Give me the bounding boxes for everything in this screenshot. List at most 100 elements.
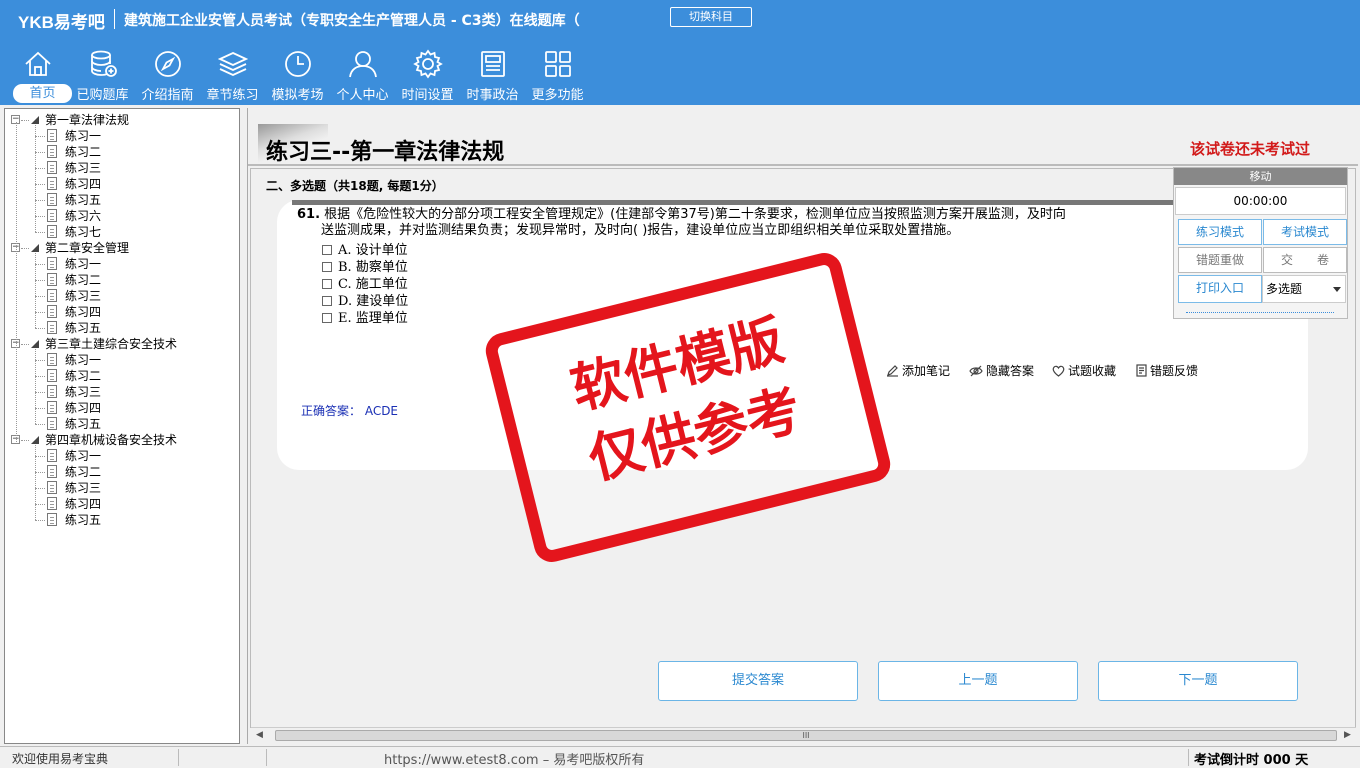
practice-mode-button[interactable]: 练习模式 — [1178, 219, 1262, 245]
tree-item[interactable]: 练习四 — [65, 304, 101, 320]
tree-connector — [35, 253, 36, 328]
tree-item[interactable]: 练习四 — [65, 176, 101, 192]
tree-chapter[interactable]: 第二章安全管理 — [45, 240, 129, 256]
scroll-right-icon[interactable]: ▶ — [1344, 730, 1351, 740]
option-label: A. 设计单位 — [338, 243, 408, 258]
print-button[interactable]: 打印入口 — [1178, 275, 1262, 303]
tree-chapter[interactable]: 第三章土建综合安全技术 — [45, 336, 177, 352]
tree-item[interactable]: 练习二 — [65, 144, 101, 160]
document-icon — [47, 225, 57, 238]
tree-item[interactable]: 练习四 — [65, 400, 101, 416]
nav-guide[interactable]: 介绍指南 — [135, 46, 200, 104]
switch-subject-button[interactable]: 切换科目 — [670, 7, 752, 27]
tree-connector — [35, 472, 45, 473]
tree-item[interactable]: 练习三 — [65, 288, 101, 304]
nav-label: 个人中心 — [336, 88, 389, 103]
tree-item[interactable]: 练习三 — [65, 480, 101, 496]
scrollbar-thumb[interactable]: III — [275, 730, 1337, 741]
eye-icon — [969, 365, 983, 377]
correct-answer: 正确答案： ACDE — [301, 404, 399, 418]
tree-item[interactable]: 练习三 — [65, 384, 101, 400]
nav-mock-exam[interactable]: 模拟考场 — [265, 46, 330, 104]
redo-wrong-button[interactable]: 错题重做 — [1178, 247, 1262, 273]
nav-label: 首页 — [13, 84, 72, 103]
question-type-select[interactable]: 多选题 — [1262, 275, 1346, 303]
question-text: 61. 根据《危险性较大的分部分项工程安全管理规定》(住建部令第37号)第二十条… — [297, 207, 1177, 239]
scroll-left-icon[interactable]: ◀ — [256, 730, 263, 740]
document-icon — [47, 321, 57, 334]
tree-item[interactable]: 练习七 — [65, 224, 101, 240]
nav-chapter-practice[interactable]: 章节练习 — [200, 46, 265, 104]
chevron-down-icon — [1333, 287, 1341, 292]
tree-item[interactable]: 练习五 — [65, 416, 101, 432]
option-e[interactable]: E. 监理单位 — [322, 310, 408, 327]
option-c[interactable]: C. 施工单位 — [322, 276, 408, 293]
document-icon — [47, 401, 57, 414]
report-error-button[interactable]: 错题反馈 — [1136, 362, 1198, 379]
nav-label: 章节练习 — [206, 88, 259, 103]
nav-label: 时事政治 — [466, 88, 519, 103]
title-row: YKB易考吧 建筑施工企业安管人员考试（专职安全生产管理人员 - C3类）在线题… — [0, 0, 1360, 38]
option-b[interactable]: B. 勘察单位 — [322, 259, 408, 276]
checkbox[interactable] — [322, 313, 332, 323]
app-header: YKB易考吧 建筑施工企业安管人员考试（专职安全生产管理人员 - C3类）在线题… — [0, 0, 1360, 105]
tree-chapter[interactable]: 第一章法律法规 — [45, 112, 129, 128]
favorite-button[interactable]: 试题收藏 — [1052, 362, 1116, 379]
document-icon — [47, 449, 57, 462]
tree-item[interactable]: 练习五 — [65, 320, 101, 336]
option-d[interactable]: D. 建设单位 — [322, 293, 408, 310]
tree-item[interactable]: 练习二 — [65, 368, 101, 384]
nav-purchased[interactable]: 已购题库 — [70, 46, 135, 104]
checkbox[interactable] — [322, 279, 332, 289]
panel-drag-handle[interactable]: 移动 — [1174, 168, 1347, 185]
app-logo: YKB易考吧 — [18, 13, 105, 32]
exam-countdown: 考试倒计时 000 天 — [1194, 753, 1309, 768]
add-note-button[interactable]: 添加笔记 — [886, 362, 950, 379]
hide-answer-button[interactable]: 隐藏答案 — [969, 362, 1034, 379]
horizontal-scrollbar[interactable]: ◀ III ▶ — [251, 727, 1356, 743]
heart-icon — [1052, 365, 1065, 377]
nav-personal-center[interactable]: 个人中心 — [330, 46, 395, 104]
next-question-button[interactable]: 下一题 — [1098, 661, 1298, 701]
document-icon — [47, 289, 57, 302]
tree-connector — [35, 424, 45, 425]
nav-home[interactable]: 首页 — [5, 46, 72, 104]
tree-item[interactable]: 练习四 — [65, 496, 101, 512]
tree-item[interactable]: 练习一 — [65, 352, 101, 368]
checkbox[interactable] — [322, 262, 332, 272]
tree-item[interactable]: 练习六 — [65, 208, 101, 224]
nav-current-affairs[interactable]: 时事政治 — [460, 46, 525, 104]
exam-mode-button[interactable]: 考试模式 — [1263, 219, 1347, 245]
tree-item[interactable]: 练习五 — [65, 512, 101, 528]
tree-item[interactable]: 练习一 — [65, 256, 101, 272]
nav-more[interactable]: 更多功能 — [525, 46, 590, 104]
tree-item[interactable]: 练习二 — [65, 464, 101, 480]
tree-item[interactable]: 练习一 — [65, 128, 101, 144]
nav-time-settings[interactable]: 时间设置 — [395, 46, 460, 104]
checkbox[interactable] — [322, 245, 332, 255]
status-bar: 欢迎使用易考宝典 https://www.etest8.com – 易考吧版权所… — [0, 746, 1360, 768]
submit-answer-button[interactable]: 提交答案 — [658, 661, 858, 701]
tree-connector — [35, 328, 45, 329]
document-icon — [47, 513, 57, 526]
panel-scroll-indicator — [1186, 312, 1334, 313]
submit-paper-button[interactable]: 交 卷 — [1263, 247, 1347, 273]
checkbox[interactable] — [322, 296, 332, 306]
tree-chapter[interactable]: 第四章机械设备安全技术 — [45, 432, 177, 448]
welcome-text: 欢迎使用易考宝典 — [12, 752, 109, 766]
option-a[interactable]: A. 设计单位 — [322, 242, 408, 259]
chapter-icon — [31, 436, 39, 444]
document-icon — [47, 353, 57, 366]
add-note-label: 添加笔记 — [902, 364, 951, 378]
tree-connector — [35, 152, 45, 153]
tree-item[interactable]: 练习二 — [65, 272, 101, 288]
tree-connector — [35, 280, 45, 281]
exercise-title: 练习三--第一章法律法规 — [266, 140, 505, 165]
prev-question-button[interactable]: 上一题 — [878, 661, 1078, 701]
document-icon — [47, 305, 57, 318]
tree-connector — [35, 445, 36, 520]
tree-item[interactable]: 练习一 — [65, 448, 101, 464]
tree-item[interactable]: 练习五 — [65, 192, 101, 208]
tree-item[interactable]: 练习三 — [65, 160, 101, 176]
tree-connector — [35, 360, 45, 361]
